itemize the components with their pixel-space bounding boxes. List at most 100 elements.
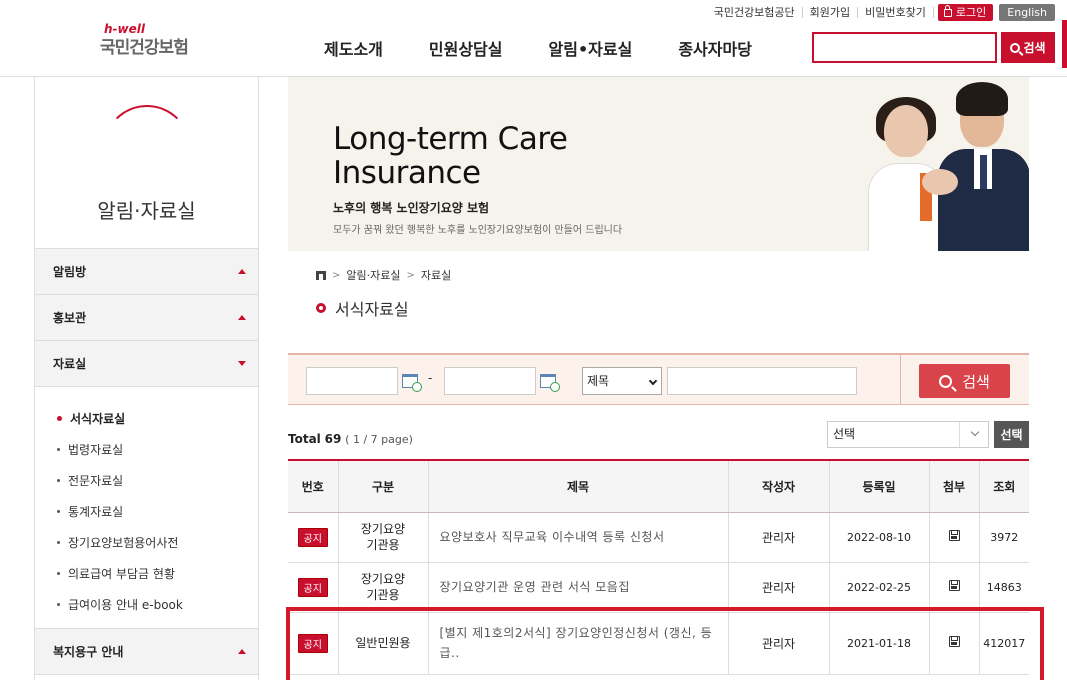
login-button[interactable]: 로그인 <box>937 4 994 21</box>
breadcrumb-separator-icon: > <box>406 269 415 281</box>
notice-badge: 공지 <box>297 577 328 597</box>
submenu-item-glossary[interactable]: 장기요양보험용어사전 <box>57 527 258 558</box>
col-header-author: 작성자 <box>728 459 830 513</box>
sidebar-item-pr[interactable]: 홍보관 <box>35 295 258 341</box>
banner-heading: Long-term Care Insurance <box>333 121 568 190</box>
row-number-cell: 공지 <box>288 512 339 563</box>
row-attachment[interactable] <box>929 562 980 613</box>
banner-heading-line1: Long-term Care <box>333 121 568 157</box>
keyword-input[interactable] <box>667 367 857 395</box>
submenu-label: 의료급여 부담금 현황 <box>68 567 175 581</box>
sidebar-menu: 알림방 홍보관 자료실 서식자료실 법령자료실 전문자료실 통계자료실 장기요양… <box>35 249 258 675</box>
sidebar-item-archive[interactable]: 자료실 <box>35 341 258 387</box>
nav-item-civil[interactable]: 민원상담실 <box>429 36 503 60</box>
calendar-icon[interactable] <box>540 374 560 392</box>
breadcrumb-item-notice[interactable]: 알림·자료실 <box>346 267 400 283</box>
header-search-input[interactable] <box>812 32 997 63</box>
submenu-item-laws[interactable]: 법령자료실 <box>57 434 258 465</box>
sidebar-item-notice-room[interactable]: 알림방 <box>35 249 258 295</box>
row-category-text: 장기요양 기관용 <box>360 572 406 602</box>
row-title-link[interactable]: 요양보호사 직무교육 이수내역 등록 신청서 <box>428 512 729 563</box>
banner-person-man-tie <box>980 155 987 189</box>
nav-item-system[interactable]: 제도소개 <box>324 36 383 60</box>
row-attachment[interactable] <box>929 612 980 675</box>
row-date: 2021-01-18 <box>829 612 930 675</box>
row-views: 14863 <box>979 562 1029 613</box>
submenu-item-forms[interactable]: 서식자료실 <box>57 403 258 434</box>
date-from-input[interactable] <box>306 367 398 395</box>
floppy-disk-icon[interactable] <box>948 530 960 541</box>
total-label: Total <box>288 432 321 446</box>
banner-heart-hands <box>922 169 958 195</box>
util-link-nhis[interactable]: 국민건강보험공단 <box>707 7 803 18</box>
bullet-icon <box>57 541 60 544</box>
breadcrumb-item-archive[interactable]: 자료실 <box>421 267 451 283</box>
ring-bullet-icon <box>316 303 326 313</box>
row-date: 2022-08-10 <box>829 512 930 563</box>
sidebar-title: 알림·자료실 <box>97 199 196 223</box>
nav-item-workers[interactable]: 종사자마당 <box>678 36 752 60</box>
sidebar-item-label: 홍보관 <box>53 311 87 325</box>
filter-apply-button[interactable]: 선택 <box>994 421 1029 448</box>
bullet-icon <box>57 510 60 513</box>
main-nav: 제도소개 민원상담실 알림•자료실 종사자마당 <box>324 36 798 60</box>
site-logo[interactable]: h-well 국민건강보험 <box>100 22 210 62</box>
row-author: 관리자 <box>728 612 830 675</box>
col-header-number: 번호 <box>288 459 339 513</box>
row-attachment[interactable] <box>929 512 980 563</box>
triangle-up-icon <box>238 649 246 654</box>
english-button[interactable]: English <box>999 4 1055 21</box>
row-author: 관리자 <box>728 512 830 563</box>
search-panel: - 제목 검색 <box>288 353 1029 405</box>
row-views: 3972 <box>979 512 1029 563</box>
table-row: 공지 일반민원용 [별지 제1호의2서식] 장기요양인정신청서 (갱신, 등급.… <box>288 612 1029 675</box>
header-search-label: 검색 <box>1023 41 1046 55</box>
row-category: 장기요양 기관용 <box>338 512 429 563</box>
banner-person-man-hair <box>956 82 1008 116</box>
submenu-item-ebook[interactable]: 급여이용 안내 e-book <box>57 589 258 620</box>
calendar-icon[interactable] <box>402 374 422 392</box>
bullet-icon <box>57 572 60 575</box>
submenu-item-expert[interactable]: 전문자료실 <box>57 465 258 496</box>
util-link-find-password[interactable]: 비밀번호찾기 <box>858 7 934 18</box>
submenu-item-stats[interactable]: 통계자료실 <box>57 496 258 527</box>
floppy-disk-icon[interactable] <box>948 636 960 647</box>
sidebar-item-welfare-equipment[interactable]: 복지용구 안내 <box>35 629 258 675</box>
search-button[interactable]: 검색 <box>919 364 1010 398</box>
date-to-input[interactable] <box>444 367 536 395</box>
triangle-up-icon <box>238 315 246 320</box>
site-header: h-well 국민건강보험 국민건강보험공단 회원가입 비밀번호찾기 로그인 E… <box>0 0 1067 77</box>
edge-tab[interactable] <box>1062 20 1067 68</box>
category-filter-select[interactable]: 선택 <box>827 421 989 448</box>
col-header-title: 제목 <box>428 459 729 513</box>
search-icon <box>939 374 953 388</box>
row-category-text: 장기요양 기관용 <box>360 522 406 552</box>
search-field-select[interactable]: 제목 <box>582 367 662 395</box>
lock-icon <box>943 4 952 17</box>
home-icon[interactable] <box>316 270 326 280</box>
hero-banner: Long-term Care Insurance 노후의 행복 노인장기요양 보… <box>288 77 1029 251</box>
submenu-label: 전문자료실 <box>68 474 124 488</box>
bullet-icon <box>57 479 60 482</box>
row-title-link[interactable]: 장기요양기관 운영 관련 서식 모음집 <box>428 562 729 613</box>
header-search-button[interactable]: 검색 <box>1001 32 1055 63</box>
col-header-date: 등록일 <box>829 459 930 513</box>
table-header-row: 번호 구분 제목 작성자 등록일 첨부 조회 <box>288 459 1029 513</box>
search-field-value: 제목 <box>587 374 610 388</box>
floppy-disk-icon[interactable] <box>948 580 960 591</box>
search-panel-divider <box>900 355 901 405</box>
breadcrumb: > 알림·자료실 > 자료실 <box>316 267 451 283</box>
row-category: 일반민원용 <box>338 612 429 675</box>
util-link-signup[interactable]: 회원가입 <box>803 7 859 18</box>
total-count: Total 69 ( 1 / 7 page) <box>288 432 413 446</box>
decor-arc-icon <box>103 105 191 193</box>
bullet-icon <box>57 416 62 421</box>
submenu-item-copay[interactable]: 의료급여 부담금 현황 <box>57 558 258 589</box>
sidebar-item-label: 복지용구 안내 <box>53 645 124 659</box>
nav-item-notice[interactable]: 알림•자료실 <box>549 36 633 60</box>
page-title: 서식자료실 <box>316 296 409 320</box>
row-category-text: 일반민원용 <box>355 636 411 650</box>
chevron-down-icon <box>648 376 658 386</box>
row-title-link[interactable]: [별지 제1호의2서식] 장기요양인정신청서 (갱신, 등급.. <box>428 612 729 675</box>
row-views: 412017 <box>979 612 1029 675</box>
